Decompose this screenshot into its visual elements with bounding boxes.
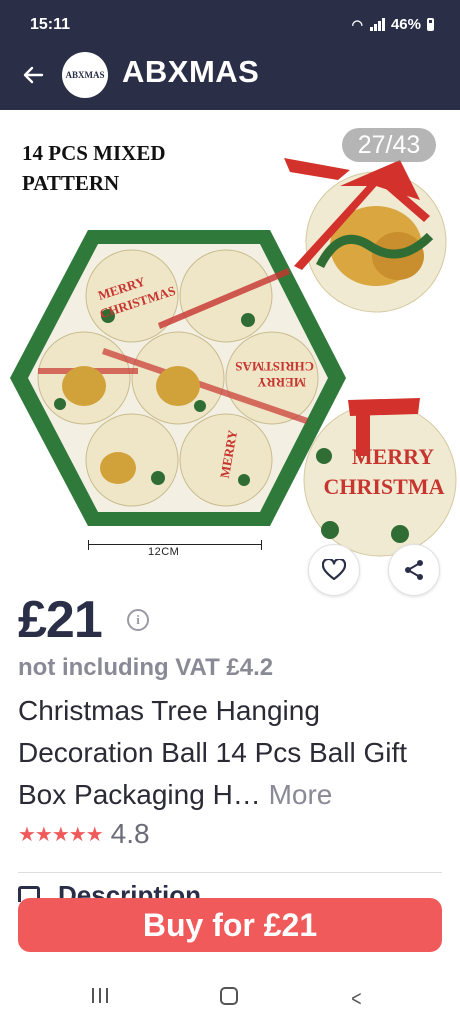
wifi-icon: ◠ bbox=[351, 16, 363, 32]
rating: ★★★★★ 4.8 bbox=[18, 818, 150, 850]
image-caption-line1: 14 PCS MIXED bbox=[22, 141, 166, 165]
heart-icon bbox=[322, 559, 346, 581]
dimension-label: 12CM bbox=[148, 546, 180, 558]
status-icons: ◠ 46% bbox=[352, 16, 434, 33]
info-icon[interactable]: i bbox=[127, 609, 149, 631]
svg-text:MERRY: MERRY bbox=[257, 375, 306, 390]
battery-level: 46% bbox=[390, 16, 421, 33]
product-title-text: Christmas Tree Hanging Decoration Ball 1… bbox=[18, 695, 408, 810]
price: £21 bbox=[18, 591, 103, 649]
share-icon bbox=[405, 560, 423, 580]
ornament-text-line2: CHRISTMA bbox=[323, 474, 445, 499]
divider bbox=[18, 872, 442, 873]
status-bar: 15:11 ◠ 46% bbox=[0, 0, 460, 50]
product-title: Christmas Tree Hanging Decoration Ball 1… bbox=[18, 690, 438, 816]
more-link[interactable]: More bbox=[269, 779, 333, 810]
svg-text:CHRISTMAS: CHRISTMAS bbox=[235, 359, 314, 374]
ornament-text: MERRY CHRISTMA bbox=[323, 442, 458, 502]
rating-stars: ★★★★★ bbox=[18, 823, 104, 846]
image-caption-line2: PATTERN bbox=[22, 171, 120, 195]
status-time: 15:11 bbox=[30, 16, 71, 33]
recent-apps-icon[interactable] bbox=[92, 988, 108, 1003]
image-caption: 14 PCS MIXED PATTERN bbox=[22, 138, 166, 198]
battery-icon bbox=[427, 18, 434, 31]
back-arrow-icon[interactable] bbox=[18, 62, 48, 92]
home-icon[interactable] bbox=[220, 987, 238, 1005]
ornament-image-top bbox=[284, 158, 447, 313]
system-nav-bar: < bbox=[0, 962, 460, 1024]
image-counter: 27/43 bbox=[342, 128, 436, 162]
favorite-button[interactable] bbox=[308, 544, 360, 596]
ornament-text-line1: MERRY bbox=[351, 444, 435, 469]
app-bar: ABXMAS ABXMAS bbox=[0, 50, 460, 110]
vat-note: not including VAT £4.2 bbox=[18, 654, 274, 681]
rating-value: 4.8 bbox=[110, 818, 150, 849]
share-button[interactable] bbox=[388, 544, 440, 596]
buy-button[interactable]: Buy for £21 bbox=[18, 898, 442, 952]
shop-logo[interactable]: ABXMAS bbox=[62, 52, 108, 98]
shop-name[interactable]: ABXMAS bbox=[122, 54, 259, 90]
product-image-gallery[interactable]: 14 PCS MIXED PATTERN MERRY CHRISTMAS MER… bbox=[0, 110, 460, 600]
signal-icon bbox=[369, 18, 385, 31]
back-nav-icon[interactable]: < bbox=[351, 986, 361, 1012]
